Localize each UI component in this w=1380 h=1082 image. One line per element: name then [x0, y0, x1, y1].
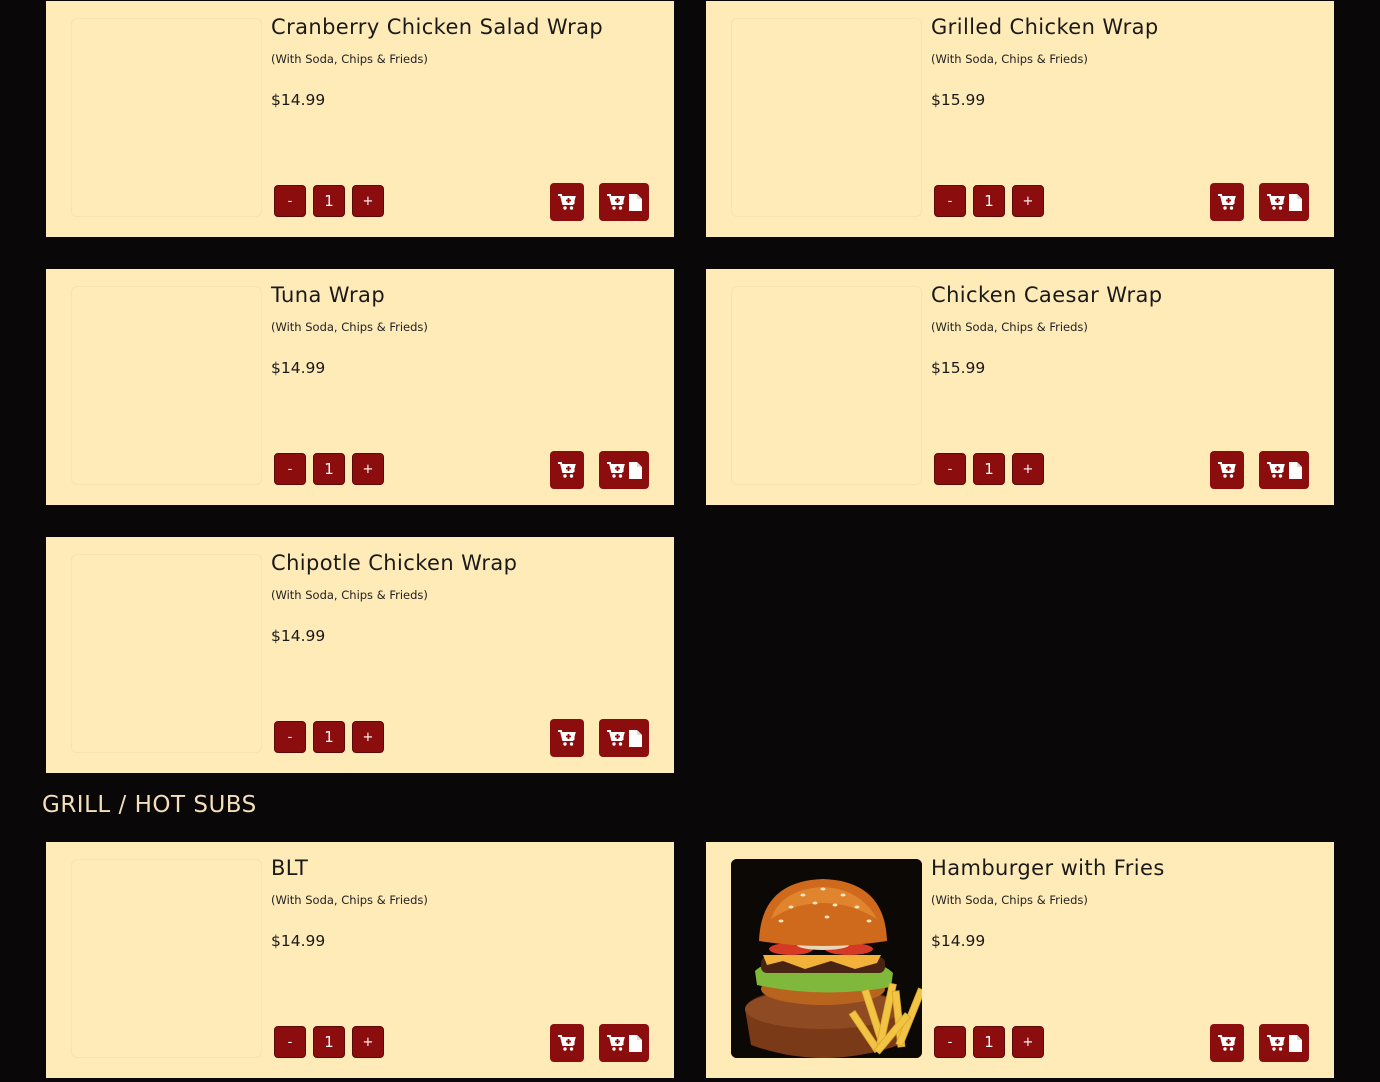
item-price: $15.99 [931, 91, 986, 109]
item-price: $15.99 [931, 359, 986, 377]
add-to-cart-button[interactable] [550, 451, 584, 489]
item-image-placeholder[interactable] [71, 286, 262, 485]
decrease-quantity-button[interactable]: - [274, 185, 306, 217]
cart-plus-icon [558, 194, 576, 210]
add-to-cart-button[interactable] [550, 183, 584, 221]
add-to-cart-button[interactable] [550, 719, 584, 757]
decrease-quantity-button[interactable]: - [934, 453, 966, 485]
quantity-value[interactable]: 1 [313, 185, 345, 217]
item-image-placeholder[interactable] [731, 18, 922, 217]
add-to-cart-with-notes-button[interactable] [1259, 451, 1309, 489]
quantity-value[interactable]: 1 [973, 185, 1005, 217]
add-to-cart-button[interactable] [1210, 183, 1244, 221]
cart-plus-icon [1267, 462, 1285, 478]
item-subtitle: (With Soda, Chips & Frieds) [271, 588, 428, 602]
menu-item-card: Grilled Chicken Wrap (With Soda, Chips &… [706, 1, 1334, 237]
menu-item-card: Hamburger with Fries (With Soda, Chips &… [706, 842, 1334, 1078]
cart-plus-icon [1218, 194, 1236, 210]
item-subtitle: (With Soda, Chips & Frieds) [931, 52, 1088, 66]
item-image-placeholder[interactable] [731, 286, 922, 485]
menu-item-card: BLT (With Soda, Chips & Frieds) $14.99 -… [46, 842, 674, 1078]
add-to-cart-with-notes-button[interactable] [599, 451, 649, 489]
cart-plus-icon [1218, 1035, 1236, 1051]
item-title: BLT [271, 856, 309, 880]
file-icon [629, 1034, 642, 1052]
cart-plus-icon [1218, 462, 1236, 478]
item-title: Chipotle Chicken Wrap [271, 551, 518, 575]
file-icon [629, 193, 642, 211]
quantity-value[interactable]: 1 [313, 453, 345, 485]
menu-item-card: Chicken Caesar Wrap (With Soda, Chips & … [706, 269, 1334, 505]
add-to-cart-with-notes-button[interactable] [599, 1024, 649, 1062]
decrease-quantity-button[interactable]: - [274, 1026, 306, 1058]
increase-quantity-button[interactable]: + [1012, 453, 1044, 485]
item-title: Cranberry Chicken Salad Wrap [271, 15, 604, 39]
file-icon [629, 461, 642, 479]
add-to-cart-button[interactable] [1210, 1024, 1244, 1062]
item-price: $14.99 [271, 359, 326, 377]
increase-quantity-button[interactable]: + [1012, 1026, 1044, 1058]
item-title: Chicken Caesar Wrap [931, 283, 1163, 307]
item-subtitle: (With Soda, Chips & Frieds) [931, 320, 1088, 334]
item-subtitle: (With Soda, Chips & Frieds) [271, 52, 428, 66]
cart-plus-icon [558, 730, 576, 746]
add-to-cart-with-notes-button[interactable] [1259, 183, 1309, 221]
menu-item-card: Cranberry Chicken Salad Wrap (With Soda,… [46, 1, 674, 237]
menu-item-card: Chipotle Chicken Wrap (With Soda, Chips … [46, 537, 674, 773]
quantity-value[interactable]: 1 [973, 1026, 1005, 1058]
item-price: $14.99 [931, 932, 986, 950]
item-title: Tuna Wrap [271, 283, 386, 307]
increase-quantity-button[interactable]: + [352, 1026, 384, 1058]
quantity-value[interactable]: 1 [313, 721, 345, 753]
file-icon [1289, 193, 1302, 211]
add-to-cart-button[interactable] [550, 1024, 584, 1062]
add-to-cart-button[interactable] [1210, 451, 1244, 489]
hamburger-photo[interactable] [731, 859, 922, 1058]
item-image-placeholder[interactable] [71, 859, 262, 1058]
quantity-value[interactable]: 1 [313, 1026, 345, 1058]
decrease-quantity-button[interactable]: - [274, 721, 306, 753]
menu-item-card: Tuna Wrap (With Soda, Chips & Frieds) $1… [46, 269, 674, 505]
item-price: $14.99 [271, 91, 326, 109]
add-to-cart-with-notes-button[interactable] [599, 719, 649, 757]
file-icon [1289, 1034, 1302, 1052]
cart-plus-icon [607, 462, 625, 478]
cart-plus-icon [1267, 1035, 1285, 1051]
item-title: Hamburger with Fries [931, 856, 1165, 880]
quantity-value[interactable]: 1 [973, 453, 1005, 485]
add-to-cart-with-notes-button[interactable] [599, 183, 649, 221]
increase-quantity-button[interactable]: + [352, 453, 384, 485]
item-subtitle: (With Soda, Chips & Frieds) [271, 893, 428, 907]
item-image-placeholder[interactable] [71, 18, 262, 217]
decrease-quantity-button[interactable]: - [934, 185, 966, 217]
item-price: $14.99 [271, 932, 326, 950]
decrease-quantity-button[interactable]: - [934, 1026, 966, 1058]
item-subtitle: (With Soda, Chips & Frieds) [271, 320, 428, 334]
increase-quantity-button[interactable]: + [1012, 185, 1044, 217]
section-title: GRILL / HOT SUBS [42, 792, 257, 818]
item-image-placeholder[interactable] [71, 554, 262, 753]
cart-plus-icon [558, 462, 576, 478]
file-icon [1289, 461, 1302, 479]
item-price: $14.99 [271, 627, 326, 645]
cart-plus-icon [1267, 194, 1285, 210]
cart-plus-icon [607, 1035, 625, 1051]
item-subtitle: (With Soda, Chips & Frieds) [931, 893, 1088, 907]
add-to-cart-with-notes-button[interactable] [1259, 1024, 1309, 1062]
cart-plus-icon [607, 194, 625, 210]
file-icon [629, 729, 642, 747]
decrease-quantity-button[interactable]: - [274, 453, 306, 485]
increase-quantity-button[interactable]: + [352, 185, 384, 217]
increase-quantity-button[interactable]: + [352, 721, 384, 753]
cart-plus-icon [607, 730, 625, 746]
cart-plus-icon [558, 1035, 576, 1051]
item-title: Grilled Chicken Wrap [931, 15, 1159, 39]
